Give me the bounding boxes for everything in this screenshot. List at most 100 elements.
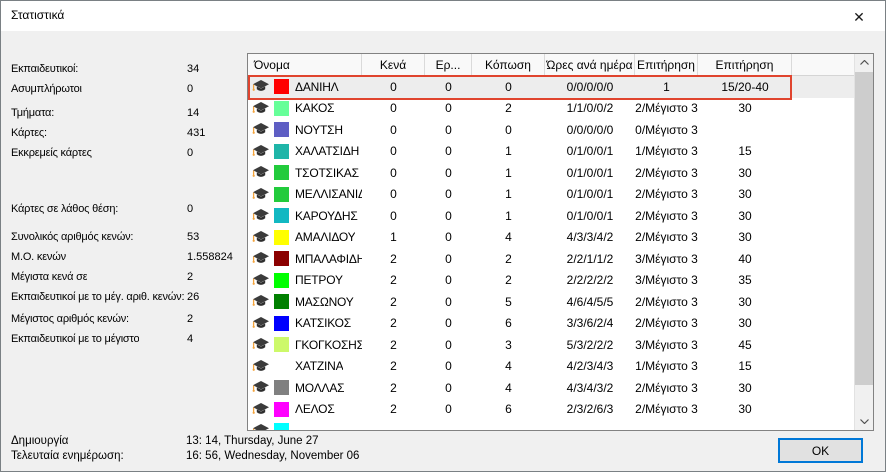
teacher-color-square [274, 294, 289, 309]
teacher-name: ΚΑΤΣΙΚΟΣ [295, 316, 351, 330]
cell-hours_per_day: 0/1/0/0/1 [545, 144, 635, 158]
graduation-cap-icon [252, 380, 270, 395]
updated-value: 16: 56, Wednesday, November 06 [186, 450, 359, 462]
teacher-name-cell: ΜΕΛΛΙΣΑΝΙΔΗΣ [248, 187, 362, 202]
table-row[interactable]: ΜΑΣΩΝΟΥ2054/6/4/5/52/Μέγιστο 330 [248, 291, 854, 313]
column-header-3[interactable]: Ερ... [425, 54, 472, 75]
table-row[interactable]: ΚΑΤΣΙΚΟΣ2063/3/6/2/42/Μέγιστο 330 [248, 313, 854, 335]
cell-hours_per_day: 0/0/0/0/0 [545, 123, 635, 137]
stat-value: 2 [187, 267, 193, 287]
teacher-name-cell: ΜΠΑΛΑΦΙΔΗΣ [248, 251, 362, 266]
updated-row: Τελευταία ενημέρωση: 16: 56, Wednesday, … [11, 450, 511, 462]
teacher-table[interactable]: ΌνομαΚενάΕρ...ΚόπωσηΏρες ανά ημέραΕπιτήρ… [247, 53, 874, 431]
cell-koposi: 6 [472, 402, 545, 416]
cell-koposi: 1 [472, 187, 545, 201]
table-row[interactable]: ΤΣΟΤΣΙΚΑΣ0010/1/0/0/12/Μέγιστο 330 [248, 162, 854, 184]
stat-value: 2 [187, 309, 193, 329]
graduation-cap-icon [252, 273, 270, 288]
stat-value: 14 [187, 103, 199, 123]
cell-epitirisi_2: 30 [698, 187, 792, 201]
cell-kena: 0 [362, 144, 425, 158]
table-row[interactable]: ΜΠΑΛΑΦΙΔΗΣ2022/2/1/1/23/Μέγιστο 340 [248, 248, 854, 270]
table-row[interactable]: ΝΟΥΤΣΗ0000/0/0/0/00/Μέγιστο 3 [248, 119, 854, 141]
cell-er: 0 [425, 338, 472, 352]
table-header: ΌνομαΚενάΕρ...ΚόπωσηΏρες ανά ημέραΕπιτήρ… [248, 54, 854, 76]
teacher-color-square [274, 316, 289, 331]
cell-epitirisi_1: 1 [635, 80, 698, 94]
graduation-cap-icon [252, 316, 270, 331]
table-row[interactable]: ΚΑΡΟΥΔΗΣ0010/1/0/0/12/Μέγιστο 330 [248, 205, 854, 227]
cell-kena: 0 [362, 209, 425, 223]
stat-value: 34 [187, 59, 199, 79]
scroll-up-button[interactable] [855, 54, 873, 71]
table-row[interactable]: ΚΑΚΟΣ0021/1/0/0/22/Μέγιστο 330 [248, 98, 854, 120]
cell-hours_per_day: 2/2/2/2/2 [545, 273, 635, 287]
cell-kena: 0 [362, 187, 425, 201]
cell-hours_per_day: 4/2/3/4/3 [545, 359, 635, 373]
teacher-name: ΚΑΡΟΥΔΗΣ [295, 209, 358, 223]
teacher-name: ΜΑΣΩΝΟΥ [295, 295, 354, 309]
cell-kena: 2 [362, 273, 425, 287]
column-header-1[interactable]: Όνομα [248, 54, 362, 75]
stat-label: Ασυμπλήρωτοι [11, 79, 82, 99]
cell-hours_per_day: 0/0/0/0/0 [545, 80, 635, 94]
table-row[interactable] [248, 420, 854, 430]
table-row[interactable]: ΜΕΛΛΙΣΑΝΙΔΗΣ0010/1/0/0/12/Μέγιστο 330 [248, 184, 854, 206]
cell-epitirisi_1: 1/Μέγιστο 3 [635, 144, 698, 158]
cell-koposi: 2 [472, 273, 545, 287]
cell-hours_per_day: 4/3/3/4/2 [545, 230, 635, 244]
stat-label: Εκπαιδευτικοί με το μέγ. αριθ. κενών: [11, 287, 184, 307]
cell-epitirisi_1: 2/Μέγιστο 3 [635, 166, 698, 180]
stat-label: Τμήματα: [11, 103, 54, 123]
cell-er: 0 [425, 187, 472, 201]
teacher-name-cell: ΜΟΛΛΑΣ [248, 380, 362, 395]
graduation-cap-icon [252, 230, 270, 245]
created-label: Δημιουργία [11, 435, 68, 447]
column-header-5[interactable]: Ώρες ανά ημέρα [545, 54, 635, 75]
column-header-2[interactable]: Κενά [362, 54, 425, 75]
stat-label: Μ.Ο. κενών [11, 247, 66, 267]
teacher-color-square [274, 230, 289, 245]
stat-row: Κάρτες:431 [11, 123, 243, 143]
cell-koposi: 4 [472, 230, 545, 244]
stat-row: Μ.Ο. κενών 1.558824 [11, 247, 243, 267]
cell-epitirisi_2: 30 [698, 402, 792, 416]
cell-koposi: 4 [472, 359, 545, 373]
table-row[interactable]: ΔΑΝΙΗΛ0000/0/0/0/0115/20-40 [248, 76, 854, 98]
close-button[interactable]: ✕ [842, 6, 876, 27]
scroll-down-button[interactable] [855, 413, 873, 430]
table-row[interactable]: ΧΑΤΖΙΝΑ2044/2/3/4/31/Μέγιστο 315 [248, 356, 854, 378]
table-row[interactable]: ΑΜΑΛΙΔΟΥ1044/3/3/4/22/Μέγιστο 330 [248, 227, 854, 249]
teacher-color-square [274, 337, 289, 352]
stat-label: Εκπαιδευτικοί με το μέγιστο [11, 329, 139, 349]
cell-koposi: 1 [472, 166, 545, 180]
cell-koposi: 2 [472, 252, 545, 266]
cell-koposi: 0 [472, 123, 545, 137]
column-header-6[interactable]: Επιτήρηση [635, 54, 698, 75]
cell-hours_per_day: 4/3/4/3/2 [545, 381, 635, 395]
column-header-7[interactable]: Επιτήρηση [698, 54, 792, 75]
table-row[interactable]: ΓΚΟΓΚΟΣΗΣ2035/3/2/2/23/Μέγιστο 345 [248, 334, 854, 356]
table-row[interactable]: ΛΕΛΟΣ2062/3/2/6/32/Μέγιστο 330 [248, 399, 854, 421]
table-row[interactable]: ΧΑΛΑΤΣΙΔΗ0010/1/0/0/11/Μέγιστο 315 [248, 141, 854, 163]
cell-er: 0 [425, 101, 472, 115]
graduation-cap-icon [252, 144, 270, 159]
teacher-name: ΓΚΟΓΚΟΣΗΣ [295, 338, 362, 352]
stat-row: Ασυμπλήρωτοι0 [11, 79, 243, 99]
cell-hours_per_day: 4/6/4/5/5 [545, 295, 635, 309]
ok-button[interactable]: OK [778, 438, 863, 463]
teacher-name-cell: ΚΑΤΣΙΚΟΣ [248, 316, 362, 331]
table-row[interactable]: ΜΟΛΛΑΣ2044/3/4/3/22/Μέγιστο 330 [248, 377, 854, 399]
teacher-color-square [274, 402, 289, 417]
column-header-4[interactable]: Κόπωση [472, 54, 545, 75]
cell-er: 0 [425, 144, 472, 158]
teacher-name: ΚΑΚΟΣ [295, 101, 334, 115]
stat-row: Μέγιστα κενά σε2 [11, 267, 243, 287]
stat-value: 1.558824 [187, 247, 233, 267]
stat-row: Εκπαιδευτικοί:34 [11, 59, 243, 79]
cell-koposi: 1 [472, 144, 545, 158]
table-row[interactable]: ΠΕΤΡΟΥ2022/2/2/2/23/Μέγιστο 335 [248, 270, 854, 292]
vertical-scrollbar[interactable] [854, 54, 873, 430]
scrollbar-thumb[interactable] [855, 72, 873, 385]
cell-kena: 0 [362, 166, 425, 180]
